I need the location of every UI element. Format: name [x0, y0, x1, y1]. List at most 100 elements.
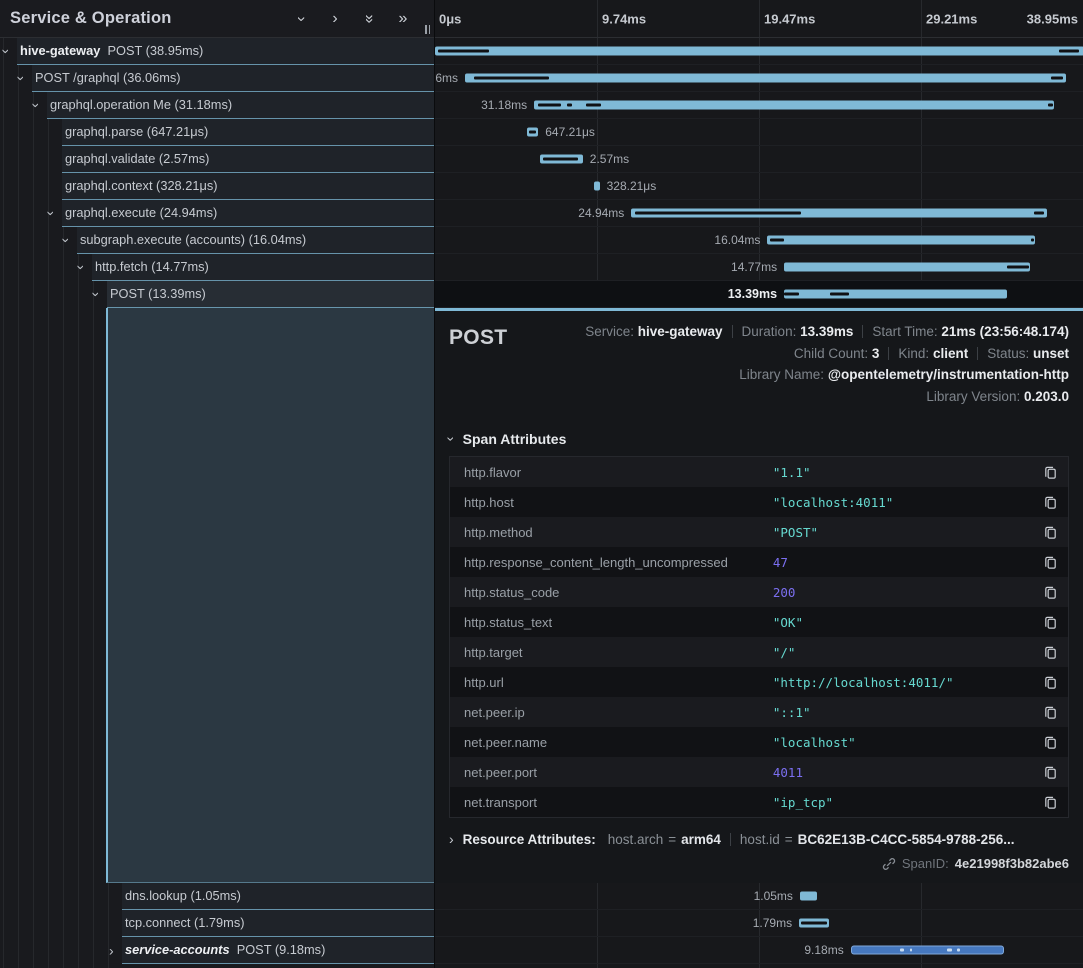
axis-tick: 0μs: [439, 11, 461, 26]
chevron-right-icon[interactable]: ›: [328, 11, 342, 27]
copy-button[interactable]: [1040, 645, 1058, 660]
copy-button[interactable]: [1040, 705, 1058, 720]
span-bar-row[interactable]: 647.21μs: [435, 119, 1083, 146]
span-duration-bar[interactable]: [784, 290, 1007, 299]
span-duration-bar[interactable]: [784, 263, 1030, 272]
span-tree-row[interactable]: dns.lookup (1.05ms): [0, 883, 434, 910]
span-duration-bar[interactable]: [540, 155, 583, 164]
span-tree-row[interactable]: tcp.connect (1.79ms): [0, 910, 434, 937]
span-tree-row[interactable]: ›hive-gateway POST (38.95ms): [0, 38, 434, 65]
attribute-key: http.url: [464, 675, 773, 690]
span-tree-row[interactable]: ›POST (13.39ms): [0, 281, 434, 308]
child-span-mark: [474, 77, 549, 80]
copy-button[interactable]: [1040, 495, 1058, 510]
span-label: graphql.validate (2.57ms): [0, 146, 434, 172]
span-id-label: SpanID:: [902, 856, 949, 871]
span-tree-row[interactable]: ›service-accounts POST (9.18ms): [0, 937, 434, 964]
chevron-down-icon[interactable]: ›: [89, 291, 103, 296]
meta-separator: [732, 325, 733, 338]
child-span-mark: [801, 922, 828, 925]
chevron-down-icon[interactable]: ›: [29, 102, 43, 107]
span-duration-bar[interactable]: [465, 74, 1066, 83]
span-tree-row[interactable]: graphql.validate (2.57ms): [0, 146, 434, 173]
copy-button[interactable]: [1040, 585, 1058, 600]
copy-button[interactable]: [1040, 525, 1058, 540]
span-duration-bar[interactable]: [799, 919, 829, 928]
child-span-mark: [438, 50, 489, 53]
resource-attributes-row[interactable]: › Resource Attributes: host.arch=arm64ho…: [449, 831, 1069, 847]
span-duration-bar[interactable]: [631, 209, 1047, 218]
attribute-value: "1.1": [773, 465, 1040, 480]
chevron-right-icon[interactable]: ›: [449, 831, 454, 847]
span-bar-row[interactable]: 24.94ms: [435, 200, 1083, 227]
span-duration-bar[interactable]: [851, 946, 1004, 955]
span-duration-bar[interactable]: [435, 47, 1083, 56]
chevron-down-icon[interactable]: ›: [44, 210, 58, 215]
span-bar-row[interactable]: 31.18ms: [435, 92, 1083, 119]
span-bar-row[interactable]: 36.06ms: [435, 65, 1083, 92]
span-duration-bar[interactable]: [800, 892, 817, 901]
span-bar-row[interactable]: 2.57ms: [435, 146, 1083, 173]
copy-icon: [1043, 585, 1058, 600]
span-tree-row[interactable]: ›graphql.execute (24.94ms): [0, 200, 434, 227]
copy-button[interactable]: [1040, 675, 1058, 690]
span-label: graphql.context (328.21μs): [0, 173, 434, 199]
copy-button[interactable]: [1040, 465, 1058, 480]
span-duration-bar[interactable]: [534, 101, 1054, 110]
operation-name: graphql.context (328.21μs): [65, 178, 218, 193]
span-attribute-row: http.status_code200: [450, 577, 1068, 607]
span-attribute-row: http.target"/": [450, 637, 1068, 667]
copy-button[interactable]: [1040, 555, 1058, 570]
span-bar-row[interactable]: 9.18ms: [435, 937, 1083, 964]
span-duration-label: 1.79ms: [753, 916, 792, 930]
double-chevron-right-icon[interactable]: »: [396, 11, 410, 27]
copy-icon: [1043, 555, 1058, 570]
chevron-down-icon[interactable]: ›: [74, 264, 88, 269]
meta-value: hive-gateway: [638, 324, 723, 339]
service-operation-panel: Service & Operation ››»» ›hive-gateway P…: [0, 0, 434, 968]
axis-tick: 19.47ms: [764, 11, 815, 26]
span-tree-row[interactable]: graphql.context (328.21μs): [0, 173, 434, 200]
operation-name: graphql.validate (2.57ms): [65, 151, 209, 166]
resource-attributes-preview: host.arch=arm64host.id=BC62E13B-C4CC-585…: [608, 832, 1015, 847]
attribute-key: http.status_text: [464, 615, 773, 630]
child-span-mark: [1031, 239, 1034, 242]
double-chevron-down-icon[interactable]: »: [361, 12, 377, 26]
copy-button[interactable]: [1040, 615, 1058, 630]
timeline-panel: 0μs 9.74ms 19.47ms 29.21ms 38.95ms 38.95…: [434, 0, 1083, 968]
link-icon[interactable]: [882, 857, 896, 871]
span-duration-bar[interactable]: [594, 182, 599, 191]
span-tree-row[interactable]: graphql.parse (647.21μs): [0, 119, 434, 146]
span-bar-row[interactable]: 13.39ms: [435, 281, 1083, 308]
copy-button[interactable]: [1040, 735, 1058, 750]
span-attributes-table: http.flavor"1.1"http.host"localhost:4011…: [449, 456, 1069, 818]
column-resize-handle[interactable]: [425, 25, 430, 34]
chevron-down-icon[interactable]: ›: [59, 237, 73, 242]
meta-label: Start Time:: [872, 324, 941, 339]
copy-button[interactable]: [1040, 795, 1058, 810]
chevron-down-icon[interactable]: ›: [443, 437, 459, 442]
span-duration-bar[interactable]: [767, 236, 1034, 245]
span-duration-bar[interactable]: [527, 128, 538, 137]
copy-button[interactable]: [1040, 765, 1058, 780]
span-bar-row[interactable]: 38.95ms: [435, 38, 1083, 65]
span-bar-row[interactable]: 14.77ms: [435, 254, 1083, 281]
span-bar-row[interactable]: 328.21μs: [435, 173, 1083, 200]
span-tree-row[interactable]: ›graphql.operation Me (31.18ms): [0, 92, 434, 119]
span-bar-row[interactable]: 1.79ms: [435, 910, 1083, 937]
attribute-key: http.status_code: [464, 585, 773, 600]
chevron-right-icon[interactable]: ›: [109, 943, 114, 957]
span-bar-row[interactable]: 1.05ms: [435, 883, 1083, 910]
chevron-down-icon[interactable]: ›: [0, 48, 13, 53]
chevron-down-icon[interactable]: ›: [293, 12, 309, 26]
span-bar-row[interactable]: 16.04ms: [435, 227, 1083, 254]
operation-name: graphql.parse (647.21μs): [65, 124, 208, 139]
span-tree-row[interactable]: ›subgraph.execute (accounts) (16.04ms): [0, 227, 434, 254]
chevron-down-icon[interactable]: ›: [14, 75, 28, 80]
span-tree-row[interactable]: ›POST /graphql (36.06ms): [0, 65, 434, 92]
span-attributes-header[interactable]: ›Span Attributes: [449, 431, 1069, 447]
child-span-mark: [586, 104, 601, 107]
service-name: service-accounts: [125, 942, 230, 957]
span-label: POST (13.39ms): [0, 281, 434, 307]
span-tree-row[interactable]: ›http.fetch (14.77ms): [0, 254, 434, 281]
